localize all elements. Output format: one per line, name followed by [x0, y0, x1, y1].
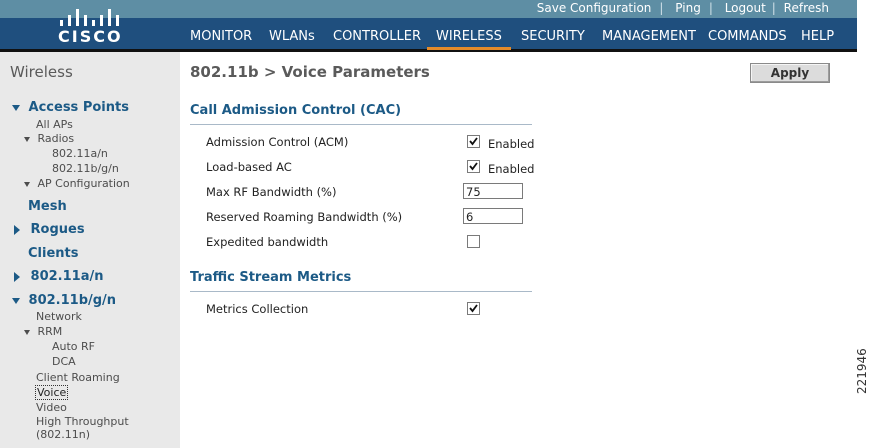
- checkmark-icon: [469, 304, 478, 313]
- tab-wireless[interactable]: WIRELESS: [427, 29, 511, 50]
- sidebar-item-all-aps[interactable]: All APs: [36, 118, 73, 131]
- sidebar-item-label: Rogues: [30, 222, 85, 237]
- tab-commands[interactable]: COMMANDS: [708, 29, 787, 44]
- utility-links: Save Configuration | Ping | Logout | Refres…: [536, 1, 829, 15]
- sidebar-item-radios[interactable]: Radios: [24, 132, 74, 145]
- metrics-collection-checkbox[interactable]: [467, 302, 480, 315]
- ping-link[interactable]: Ping: [675, 1, 701, 15]
- sidebar-item-label: RRM: [37, 325, 63, 338]
- collapsed-arrow-icon: [14, 224, 20, 235]
- figure-number: 221946: [855, 348, 869, 394]
- sidebar-item-rogues[interactable]: Rogues: [14, 222, 85, 237]
- sidebar-item-high-throughput[interactable]: High Throughput (802.11n): [36, 415, 129, 441]
- expanded-arrow-icon: [12, 297, 20, 304]
- logout-link[interactable]: Logout: [725, 1, 766, 15]
- tab-management[interactable]: MANAGEMENT: [602, 29, 696, 44]
- sidebar-item-radio-bg[interactable]: 802.11b/g/n: [52, 162, 119, 175]
- cac-section-heading: Call Admission Control (CAC): [190, 103, 532, 125]
- sidebar-item-mesh[interactable]: Mesh: [28, 199, 67, 214]
- load-based-ac-enabled-label: Enabled: [488, 162, 535, 176]
- utility-bar: Save Configuration | Ping | Logout | Refres…: [0, 0, 857, 18]
- sidebar-item-rrm[interactable]: RRM: [24, 325, 62, 338]
- refresh-link[interactable]: Refresh: [784, 1, 829, 15]
- acm-label: Admission Control (ACM): [206, 135, 349, 149]
- acm-checkbox[interactable]: [467, 135, 480, 148]
- metrics-collection-label: Metrics Collection: [206, 302, 309, 316]
- cisco-logo: CISCO: [52, 6, 124, 46]
- sidebar-item-client-roaming[interactable]: Client Roaming: [36, 371, 120, 384]
- cisco-wordmark: CISCO: [58, 27, 123, 46]
- load-based-ac-label: Load-based AC: [206, 160, 292, 174]
- sidebar-item-dca[interactable]: DCA: [52, 355, 76, 368]
- acm-enabled-label: Enabled: [488, 137, 535, 151]
- sidebar-item-voice[interactable]: Voice: [35, 385, 69, 400]
- load-based-ac-checkbox[interactable]: [467, 160, 480, 173]
- sidebar-item-label: Radios: [37, 132, 75, 145]
- sidebar-item-auto-rf[interactable]: Auto RF: [52, 340, 95, 353]
- sidebar-item-label: AP Configuration: [37, 177, 130, 190]
- expanded-arrow-icon: [12, 104, 20, 111]
- max-rf-bandwidth-label: Max RF Bandwidth (%): [206, 185, 337, 199]
- expedited-bandwidth-checkbox[interactable]: [467, 235, 480, 248]
- sidebar-item-radio-a[interactable]: 802.11a/n: [52, 147, 108, 160]
- expanded-arrow-icon: [24, 329, 30, 335]
- collapsed-arrow-icon: [14, 271, 20, 282]
- checkmark-icon: [469, 162, 478, 171]
- sidebar-item-label: Access Points: [28, 100, 129, 115]
- sidebar-item-label: 802.11b/g/n: [28, 293, 117, 308]
- tab-help[interactable]: HELP: [801, 29, 834, 44]
- sidebar-item-clients[interactable]: Clients: [28, 246, 78, 261]
- sidebar: Wireless Access Points All APs Radios 80…: [0, 52, 180, 448]
- sidebar-item-network[interactable]: Network: [36, 310, 82, 323]
- max-rf-bandwidth-input[interactable]: 75: [463, 183, 523, 199]
- tab-controller[interactable]: CONTROLLER: [333, 29, 421, 44]
- reserved-roaming-bandwidth-label: Reserved Roaming Bandwidth (%): [206, 210, 403, 224]
- sidebar-item-sublabel: (802.11n): [36, 428, 91, 441]
- expanded-arrow-icon: [24, 181, 30, 187]
- expedited-bandwidth-label: Expedited bandwidth: [206, 235, 329, 249]
- sidebar-item-label: 802.11a/n: [30, 269, 104, 284]
- tsm-section-heading: Traffic Stream Metrics: [190, 270, 532, 292]
- reserved-roaming-bandwidth-input[interactable]: 6: [463, 208, 523, 224]
- apply-button[interactable]: Apply: [750, 63, 830, 83]
- expanded-arrow-icon: [24, 136, 30, 142]
- page-title: 802.11b > Voice Parameters: [190, 63, 430, 81]
- tab-security[interactable]: SECURITY: [521, 29, 585, 44]
- sidebar-item-video[interactable]: Video: [36, 401, 67, 414]
- sidebar-item-label: Voice: [35, 385, 69, 400]
- sidebar-item-label: High Throughput: [36, 415, 129, 428]
- tab-monitor[interactable]: MONITOR: [190, 29, 252, 44]
- sidebar-item-ap-configuration[interactable]: AP Configuration: [24, 177, 130, 190]
- sidebar-title: Wireless: [10, 63, 73, 81]
- save-configuration-link[interactable]: Save Configuration: [537, 1, 652, 15]
- tab-wlans[interactable]: WLANs: [269, 29, 315, 44]
- sidebar-item-802-11b-g-n[interactable]: 802.11b/g/n: [12, 293, 116, 308]
- checkmark-icon: [469, 137, 478, 146]
- cisco-logo-icon: [56, 6, 122, 26]
- sidebar-item-access-points[interactable]: Access Points: [12, 100, 129, 115]
- sidebar-item-802-11a-n[interactable]: 802.11a/n: [14, 269, 103, 284]
